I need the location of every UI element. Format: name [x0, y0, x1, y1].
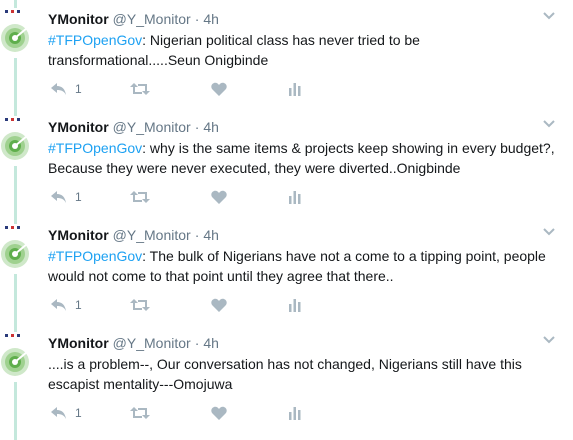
- heart-icon: [211, 190, 227, 204]
- retweet-icon: [130, 299, 150, 311]
- heart-icon: [211, 406, 227, 420]
- tweet-text: #TFPOpenGov: why is the same items & pro…: [48, 138, 558, 178]
- chevron-down-icon[interactable]: [541, 224, 557, 240]
- tweet[interactable]: YMonitor @Y_Monitor · 4h #TFPOpenGov: The b…: [0, 216, 573, 324]
- hashtag-link[interactable]: #TFPOpenGov: [48, 140, 142, 156]
- like-button[interactable]: [211, 296, 227, 314]
- retweet-button[interactable]: [130, 80, 150, 98]
- reply-count: 1: [75, 82, 82, 96]
- reply-button[interactable]: 1: [50, 188, 82, 206]
- username[interactable]: @Y_Monitor: [113, 227, 191, 243]
- avatar[interactable]: [0, 116, 40, 166]
- like-button[interactable]: [211, 80, 227, 98]
- tweet-body: ....is a problem--, Our conversation has…: [48, 356, 522, 392]
- tweet-actions: 1: [48, 404, 308, 422]
- like-button[interactable]: [211, 404, 227, 422]
- tweet-actions: 1: [48, 188, 308, 206]
- analytics-button[interactable]: [288, 188, 302, 206]
- retweet-button[interactable]: [130, 296, 150, 314]
- analytics-button[interactable]: [288, 296, 302, 314]
- avatar[interactable]: [0, 8, 40, 58]
- retweet-button[interactable]: [130, 404, 150, 422]
- avatar[interactable]: [0, 224, 40, 274]
- tweet-header: YMonitor @Y_Monitor · 4h: [48, 334, 219, 352]
- tweet-actions: 1: [48, 80, 308, 98]
- tweet[interactable]: YMonitor @Y_Monitor · 4h ....is a problem--…: [0, 324, 573, 432]
- timestamp[interactable]: 4h: [203, 11, 219, 27]
- analytics-button[interactable]: [288, 404, 302, 422]
- separator: ·: [194, 119, 200, 135]
- reply-icon: [51, 299, 66, 311]
- like-button[interactable]: [211, 188, 227, 206]
- retweet-icon: [130, 191, 150, 203]
- avatar[interactable]: [0, 332, 40, 382]
- separator: ·: [194, 11, 200, 27]
- timestamp[interactable]: 4h: [203, 119, 219, 135]
- tweet-timeline: YMonitor @Y_Monitor · 4h #TFPOpenGov: Niger…: [0, 0, 573, 440]
- retweet-button[interactable]: [130, 188, 150, 206]
- display-name[interactable]: YMonitor: [48, 335, 109, 351]
- tweet-header: YMonitor @Y_Monitor · 4h: [48, 118, 219, 136]
- tweet[interactable]: YMonitor @Y_Monitor · 4h #TFPOpenGov: Niger…: [0, 0, 573, 108]
- chevron-down-icon[interactable]: [541, 8, 557, 24]
- display-name[interactable]: YMonitor: [48, 119, 109, 135]
- hashtag-link[interactable]: #TFPOpenGov: [48, 248, 142, 264]
- retweet-icon: [130, 407, 150, 419]
- display-name[interactable]: YMonitor: [48, 227, 109, 243]
- username[interactable]: @Y_Monitor: [113, 119, 191, 135]
- analytics-button[interactable]: [288, 80, 302, 98]
- display-name[interactable]: YMonitor: [48, 11, 109, 27]
- analytics-icon: [289, 407, 301, 420]
- analytics-icon: [289, 191, 301, 204]
- tweet[interactable]: YMonitor @Y_Monitor · 4h #TFPOpenGov: why i…: [0, 108, 573, 216]
- timestamp[interactable]: 4h: [203, 227, 219, 243]
- tweet-header: YMonitor @Y_Monitor · 4h: [48, 10, 219, 28]
- timestamp[interactable]: 4h: [203, 335, 219, 351]
- tweet-actions: 1: [48, 296, 308, 314]
- separator: ·: [194, 335, 200, 351]
- reply-icon: [51, 83, 66, 95]
- tweet-text: ....is a problem--, Our conversation has…: [48, 354, 558, 394]
- reply-count: 1: [75, 298, 82, 312]
- reply-icon: [51, 407, 66, 419]
- tweet-header: YMonitor @Y_Monitor · 4h: [48, 226, 219, 244]
- username[interactable]: @Y_Monitor: [113, 335, 191, 351]
- separator: ·: [194, 227, 200, 243]
- chevron-down-icon[interactable]: [541, 116, 557, 132]
- reply-button[interactable]: 1: [50, 404, 82, 422]
- hashtag-link[interactable]: #TFPOpenGov: [48, 32, 142, 48]
- retweet-icon: [130, 83, 150, 95]
- reply-count: 1: [75, 190, 82, 204]
- reply-count: 1: [75, 406, 82, 420]
- username[interactable]: @Y_Monitor: [113, 11, 191, 27]
- chevron-down-icon[interactable]: [541, 332, 557, 348]
- analytics-icon: [289, 83, 301, 96]
- analytics-icon: [289, 299, 301, 312]
- heart-icon: [211, 82, 227, 96]
- tweet-text: #TFPOpenGov: Nigerian political class ha…: [48, 30, 558, 70]
- reply-icon: [51, 191, 66, 203]
- tweet-text: #TFPOpenGov: The bulk of Nigerians have …: [48, 246, 558, 286]
- reply-button[interactable]: 1: [50, 296, 82, 314]
- reply-button[interactable]: 1: [50, 80, 82, 98]
- heart-icon: [211, 298, 227, 312]
